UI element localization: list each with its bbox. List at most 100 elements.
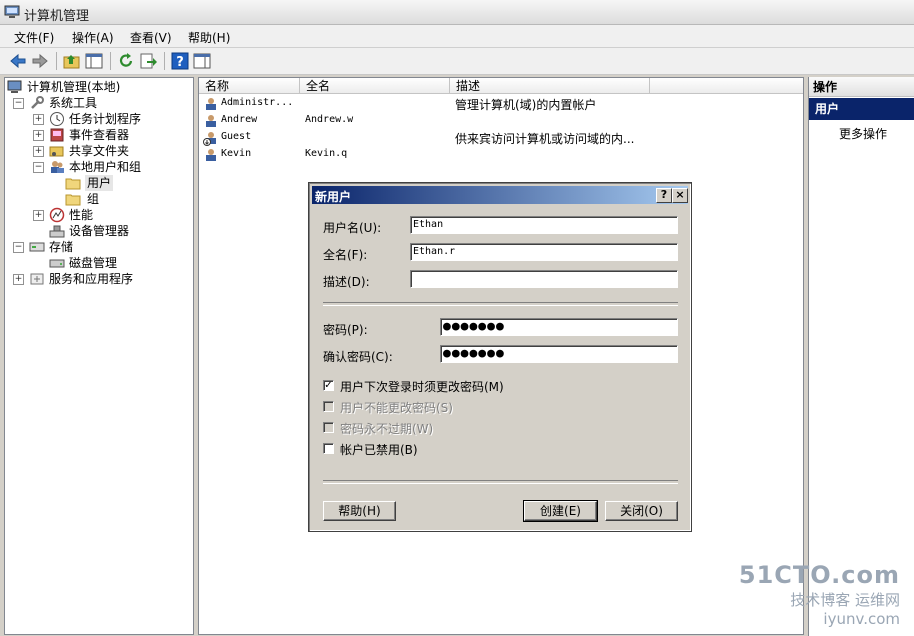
account-disabled-label[interactable]: 帐户已禁用(B) (340, 441, 418, 458)
menu-action[interactable]: 操作(A) (72, 29, 114, 46)
tree-label-event-viewer: 事件查看器 (69, 128, 130, 142)
tree-label-storage: 存储 (49, 240, 74, 254)
window-title: 计算机管理 (24, 9, 90, 24)
confirm-password-input[interactable]: ●●●●●●● (440, 345, 678, 363)
cell-description: 管理计算机(域)的内置帐户 (455, 98, 597, 112)
table-row[interactable]: Guest 供来宾访问计算机或访问域的内... (203, 130, 793, 147)
more-actions-link[interactable]: 更多操作 (839, 125, 887, 142)
export-list-icon[interactable] (138, 51, 158, 71)
tree-label-services-apps: 服务和应用程序 (49, 272, 134, 286)
table-row[interactable]: Andrew Andrew.w (203, 113, 793, 130)
cell-name: Administr... (221, 97, 294, 108)
menu-bar: 文件(F) 操作(A) 查看(V) 帮助(H) (0, 25, 914, 48)
create-button[interactable]: 创建(E) (523, 500, 598, 522)
new-user-dialog: 新用户 ? × 用户名(U): Ethan 全名(F): Ethan.r 描述(… (308, 182, 692, 532)
dialog-divider (323, 480, 678, 484)
dialog-titlebar: 新用户 ? × (312, 186, 688, 204)
tree-label-task-scheduler: 任务计划程序 (69, 112, 142, 126)
close-caption-button[interactable]: × (672, 188, 688, 203)
cell-fullname: Kevin.q (305, 148, 348, 159)
confirm-password-label: 确认密码(C): (323, 350, 393, 364)
help-button[interactable]: 帮助(H) (323, 501, 396, 521)
storage-icon (29, 242, 45, 252)
password-input[interactable]: ●●●●●●● (440, 318, 678, 336)
column-header-fullname[interactable]: 全名 (300, 78, 450, 94)
table-row[interactable]: Kevin Kevin.q (203, 147, 793, 164)
column-header-filler (650, 78, 803, 94)
tools-icon (31, 96, 44, 109)
user-icon (206, 115, 216, 127)
disk-icon (49, 259, 65, 268)
tree-label-users: 用户 (85, 175, 114, 191)
watermark-domain: iyunv.com (823, 610, 900, 628)
users-group-icon (51, 161, 64, 173)
window-titlebar: 计算机管理 (0, 0, 914, 25)
watermark-blog: 技术博客 (790, 591, 851, 609)
expand-icon[interactable]: + (33, 130, 44, 141)
collapse-icon[interactable]: − (33, 162, 44, 173)
help-caption-button[interactable]: ? (656, 188, 672, 203)
password-never-expires-checkbox (323, 422, 334, 433)
column-header-name[interactable]: 名称 (199, 78, 300, 94)
tree-label-performance: 性能 (69, 208, 94, 222)
tree-label-disk-management: 磁盘管理 (69, 256, 118, 270)
clock-icon (50, 112, 64, 126)
description-input[interactable] (410, 270, 678, 288)
tree-label-shared-folders: 共享文件夹 (69, 144, 130, 158)
description-label: 描述(D): (323, 275, 370, 289)
toolbar: ? (0, 48, 914, 75)
help-icon[interactable]: ? (170, 51, 190, 71)
watermark-site: 51CTO.com (738, 561, 900, 589)
cannot-change-password-checkbox (323, 401, 334, 412)
tree-label-system-tools: 系统工具 (49, 96, 98, 110)
username-input[interactable]: Ethan (410, 216, 678, 234)
device-manager-icon (49, 225, 65, 238)
account-disabled-checkbox[interactable] (323, 443, 334, 454)
console-tree: 计算机管理(本地) − 系统工具 + 任务计划程序 + 事件查看器 + 共享文件… (4, 77, 194, 635)
show-hide-tree-icon[interactable] (84, 51, 104, 71)
services-icon (30, 273, 44, 285)
cell-name: Guest (221, 131, 252, 142)
expand-icon[interactable]: + (13, 274, 24, 285)
refresh-icon[interactable] (116, 51, 136, 71)
forward-arrow-icon[interactable] (30, 51, 50, 71)
tree-label-groups: 组 (87, 192, 100, 206)
tree-label-device-manager: 设备管理器 (69, 224, 130, 238)
toolbar-separator (164, 52, 165, 70)
back-arrow-icon[interactable] (8, 51, 28, 71)
menu-view[interactable]: 查看(V) (130, 29, 172, 46)
close-button[interactable]: 关闭(O) (605, 501, 678, 521)
expand-icon[interactable]: + (33, 146, 44, 157)
cell-name: Andrew (221, 114, 258, 125)
up-folder-icon[interactable] (62, 51, 82, 71)
fullname-input[interactable]: Ethan.r (410, 243, 678, 261)
menu-file[interactable]: 文件(F) (14, 29, 54, 46)
collapse-icon[interactable]: − (13, 98, 24, 109)
dialog-divider (323, 302, 678, 306)
actions-pane: 操作 用户 更多操作 (808, 77, 914, 636)
menu-help[interactable]: 帮助(H) (188, 29, 230, 46)
expand-icon[interactable]: + (33, 114, 44, 125)
fullname-label: 全名(F): (323, 248, 368, 262)
cannot-change-password-label: 用户不能更改密码(S) (340, 401, 453, 415)
user-icon (206, 98, 216, 110)
performance-icon (49, 207, 65, 223)
actions-section-users[interactable]: 用户 (809, 98, 914, 120)
actions-header: 操作 (809, 77, 914, 97)
collapse-icon[interactable]: − (13, 242, 24, 253)
watermark: 51CTO.com 技术博客 运维网 iyunv.com (739, 561, 900, 628)
folder-icon (65, 178, 81, 190)
expand-icon[interactable]: + (33, 210, 44, 221)
table-row[interactable]: Administr... 管理计算机(域)的内置帐户 (203, 96, 793, 113)
must-change-password-checkbox[interactable]: ✓ (323, 380, 334, 391)
cell-description: 供来宾访问计算机或访问域的内... (455, 132, 635, 146)
column-header-description[interactable]: 描述 (450, 78, 650, 94)
toolbar-separator (56, 52, 57, 70)
user-icon (206, 149, 216, 161)
username-label: 用户名(U): (323, 221, 382, 235)
tree-label-root: 计算机管理(本地) (27, 80, 121, 94)
must-change-password-label[interactable]: 用户下次登录时须更改密码(M) (340, 378, 504, 395)
properties-icon[interactable] (192, 51, 212, 71)
computer-management-icon (7, 80, 22, 93)
password-label: 密码(P): (323, 323, 368, 337)
